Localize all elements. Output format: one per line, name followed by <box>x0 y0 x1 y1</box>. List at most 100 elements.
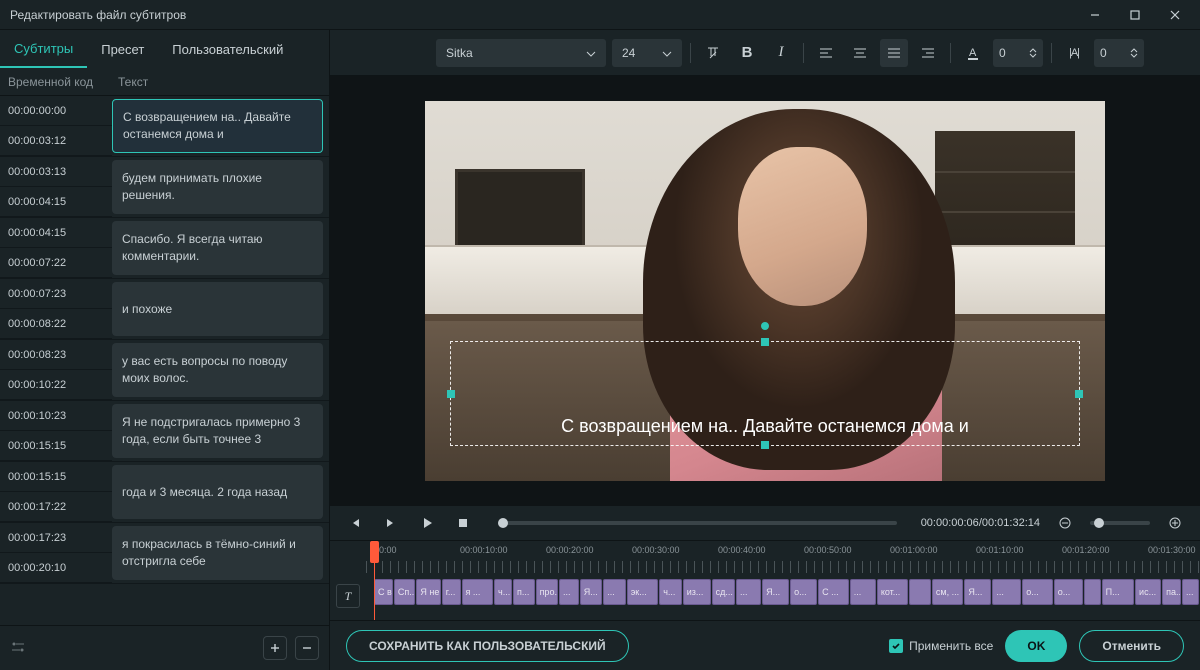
next-frame-button[interactable] <box>380 512 402 534</box>
timeline-clip[interactable]: С в... <box>374 579 393 605</box>
timeline-clip[interactable]: Сп... <box>394 579 416 605</box>
timeline-clip[interactable]: ... <box>603 579 625 605</box>
align-left-button[interactable] <box>812 39 840 67</box>
timeline-clip[interactable]: Я... <box>964 579 991 605</box>
timecode-end[interactable]: 00:00:04:15 <box>0 187 112 217</box>
remove-subtitle-button[interactable] <box>295 636 319 660</box>
subtitle-text[interactable]: Я не подстригалась примерно 3 года, если… <box>112 404 323 458</box>
subtitle-text[interactable]: и похоже <box>112 282 323 336</box>
timecode-start[interactable]: 00:00:07:23 <box>0 279 112 309</box>
timeline-clip[interactable]: Я не ... <box>416 579 440 605</box>
clear-format-button[interactable] <box>699 39 727 67</box>
timeline-clip[interactable]: ч... <box>494 579 512 605</box>
subtitle-row[interactable]: 00:00:03:1300:00:04:15будем принимать пл… <box>0 157 329 218</box>
timeline-clip[interactable]: кот... <box>877 579 909 605</box>
subtitle-text[interactable]: года и 3 месяца. 2 года назад <box>112 465 323 519</box>
timeline-clip[interactable]: о... <box>1022 579 1053 605</box>
timeline-clip[interactable]: сд... <box>712 579 735 605</box>
subtitle-text[interactable]: у вас есть вопросы по поводу моих волос. <box>112 343 323 397</box>
timeline-clip[interactable]: ис... <box>1135 579 1161 605</box>
timeline-clip[interactable]: ... <box>736 579 761 605</box>
play-button[interactable] <box>416 512 438 534</box>
tab-subtitles[interactable]: Субтитры <box>0 30 87 68</box>
italic-button[interactable]: I <box>767 39 795 67</box>
video-preview[interactable]: С возвращением на.. Давайте останемся до… <box>425 101 1105 481</box>
maximize-button[interactable] <box>1120 5 1150 25</box>
resize-handle-bottom[interactable] <box>761 441 769 449</box>
close-button[interactable] <box>1160 5 1190 25</box>
timecode-start[interactable]: 00:00:00:00 <box>0 96 112 126</box>
spinner-icon[interactable] <box>1130 48 1138 58</box>
font-family-select[interactable]: Sitka <box>436 39 606 67</box>
zoom-thumb[interactable] <box>1094 518 1104 528</box>
zoom-out-button[interactable] <box>1054 512 1076 534</box>
timecode-end[interactable]: 00:00:20:10 <box>0 553 112 583</box>
zoom-slider[interactable] <box>1090 521 1150 525</box>
subtitle-row[interactable]: 00:00:08:2300:00:10:22у вас есть вопросы… <box>0 340 329 401</box>
minimize-button[interactable] <box>1080 5 1110 25</box>
timecode-end[interactable]: 00:00:17:22 <box>0 492 112 522</box>
timecode-start[interactable]: 00:00:15:15 <box>0 462 112 492</box>
timecode-end[interactable]: 00:00:10:22 <box>0 370 112 400</box>
subtitle-row[interactable]: 00:00:15:1500:00:17:22года и 3 месяца. 2… <box>0 462 329 523</box>
ok-button[interactable]: OK <box>1005 630 1067 662</box>
scrubber-thumb[interactable] <box>498 518 508 528</box>
subtitle-list[interactable]: 00:00:00:0000:00:03:12С возвращением на.… <box>0 96 329 625</box>
zoom-in-button[interactable] <box>1164 512 1186 534</box>
subtitle-row[interactable]: 00:00:04:1500:00:07:22Спасибо. Я всегда … <box>0 218 329 279</box>
timeline-clip[interactable]: П... <box>1102 579 1134 605</box>
subtitle-text[interactable]: я покрасилась в тёмно-синий и отстригла … <box>112 526 323 580</box>
line-height-input[interactable]: 0 <box>1094 39 1144 67</box>
timecode-start[interactable]: 00:00:08:23 <box>0 340 112 370</box>
subtitle-bounding-box[interactable]: С возвращением на.. Давайте останемся до… <box>450 341 1080 446</box>
align-justify-button[interactable] <box>880 39 908 67</box>
subtitle-text[interactable]: будем принимать плохие решения. <box>112 160 323 214</box>
timeline-clip[interactable]: про... <box>536 579 558 605</box>
timeline-clip[interactable]: ... <box>1182 579 1199 605</box>
timecode-start[interactable]: 00:00:04:15 <box>0 218 112 248</box>
spinner-icon[interactable] <box>1029 48 1037 58</box>
save-custom-button[interactable]: СОХРАНИТЬ КАК ПОЛЬЗОВАТЕЛЬСКИЙ <box>346 630 629 662</box>
settings-icon[interactable] <box>10 639 255 658</box>
timecode-end[interactable]: 00:00:08:22 <box>0 309 112 339</box>
playhead[interactable] <box>374 563 375 620</box>
resize-handle-right[interactable] <box>1075 390 1083 398</box>
letter-spacing-input[interactable]: 0 <box>993 39 1043 67</box>
align-center-button[interactable] <box>846 39 874 67</box>
timeline-clip[interactable]: эк... <box>627 579 659 605</box>
timeline-clip[interactable] <box>1084 579 1101 605</box>
timecode-start[interactable]: 00:00:17:23 <box>0 523 112 553</box>
font-size-select[interactable]: 24 <box>612 39 682 67</box>
subtitle-row[interactable]: 00:00:07:2300:00:08:22и похоже <box>0 279 329 340</box>
playback-scrubber[interactable] <box>498 521 897 525</box>
timeline-clip[interactable]: Я... <box>762 579 789 605</box>
cancel-button[interactable]: Отменить <box>1079 630 1184 662</box>
bold-button[interactable]: B <box>733 39 761 67</box>
timeline-clip[interactable]: я ... <box>462 579 494 605</box>
timecode-end[interactable]: 00:00:15:15 <box>0 431 112 461</box>
prev-frame-button[interactable] <box>344 512 366 534</box>
timeline-clip[interactable]: о... <box>1054 579 1083 605</box>
text-color-button[interactable]: A <box>959 39 987 67</box>
text-track-icon[interactable]: T <box>336 584 360 608</box>
timeline-clip[interactable]: ... <box>559 579 579 605</box>
timeline-clip[interactable]: г... <box>442 579 461 605</box>
timecode-end[interactable]: 00:00:07:22 <box>0 248 112 278</box>
stop-button[interactable] <box>452 512 474 534</box>
tab-custom[interactable]: Пользовательский <box>158 30 297 68</box>
subtitle-text[interactable]: Спасибо. Я всегда читаю комментарии. <box>112 221 323 275</box>
timeline-clip[interactable]: ч... <box>659 579 681 605</box>
timeline-clip[interactable]: па... <box>1162 579 1181 605</box>
timeline-clip[interactable]: ... <box>992 579 1021 605</box>
subtitle-row[interactable]: 00:00:17:2300:00:20:10я покрасилась в тё… <box>0 523 329 584</box>
timeline-clip[interactable]: ... <box>850 579 876 605</box>
timeline-clip[interactable]: С ... <box>818 579 849 605</box>
timeline-clip[interactable]: п... <box>513 579 535 605</box>
resize-handle-top[interactable] <box>761 338 769 346</box>
timeline-clip[interactable]: Я... <box>580 579 602 605</box>
add-subtitle-button[interactable] <box>263 636 287 660</box>
timeline[interactable]: 00:0000:00:10:0000:00:20:0000:00:30:0000… <box>366 541 1200 620</box>
timeline-clip[interactable]: см, ... <box>932 579 964 605</box>
subtitle-row[interactable]: 00:00:00:0000:00:03:12С возвращением на.… <box>0 96 329 157</box>
subtitle-row[interactable]: 00:00:10:2300:00:15:15Я не подстригалась… <box>0 401 329 462</box>
